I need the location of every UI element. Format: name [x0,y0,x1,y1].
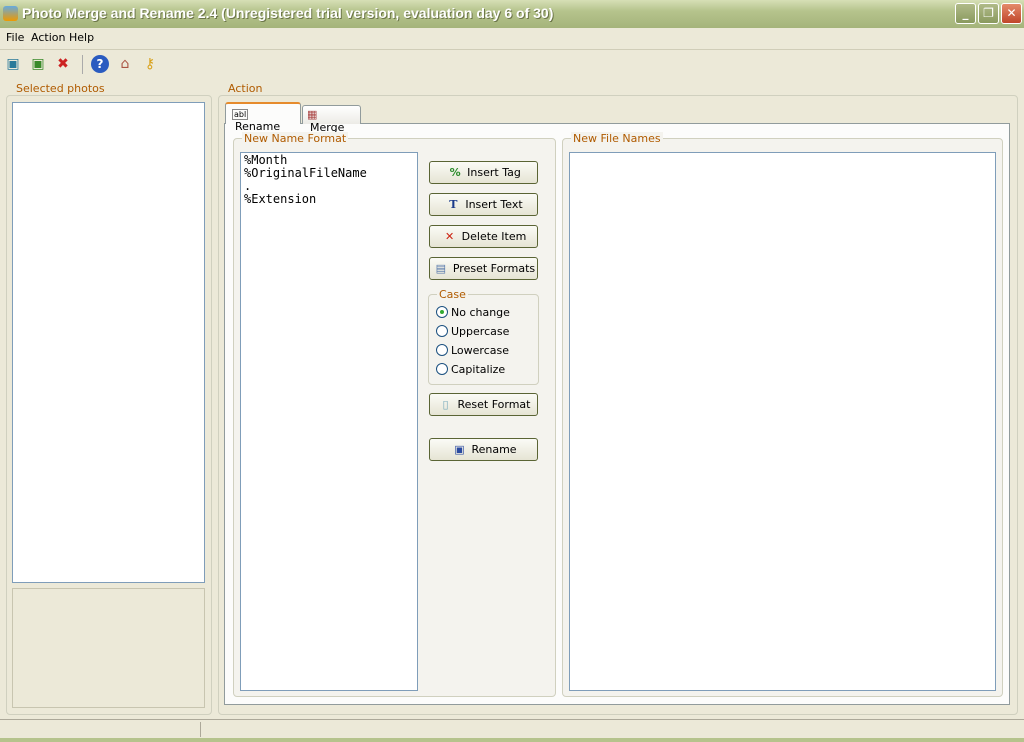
radio-label: No change [451,306,510,319]
delete-item-button[interactable]: ✕ Delete Item [429,225,538,248]
case-label: Case [437,288,468,301]
tab-merge[interactable]: ▦ Merge [302,105,361,134]
restore-button[interactable]: ❐ [978,3,999,24]
insert-text-label: Insert Text [465,198,523,211]
minimize-button[interactable]: _ [955,3,976,24]
toolbar: ▣ ▣ ✖ ? ⌂ ⚷ [0,52,200,76]
add-photos-icon[interactable]: ▣ [4,55,22,73]
menu-bar: File Action Help [0,28,1024,48]
radio-capitalize[interactable]: Capitalize [436,363,505,376]
taskbar-edge [0,738,1024,742]
remove-photos-icon[interactable]: ✖ [54,55,72,73]
insert-tag-label: Insert Tag [467,166,521,179]
new-name-format-label: New Name Format [242,132,349,145]
selected-photos-list[interactable] [12,102,205,583]
delete-item-label: Delete Item [461,230,527,243]
preset-formats-button[interactable]: ▤ Preset Formats [429,257,538,280]
photo-preview [12,588,205,708]
insert-text-icon: T [449,198,458,211]
insert-text-button[interactable]: T Insert Text [429,193,538,216]
name-format-list[interactable]: %Month %OriginalFileName . %Extension [240,152,418,691]
grid-icon: ▦ [307,108,318,121]
window-title: Photo Merge and Rename 2.4 (Unregistered… [22,5,554,21]
menu-action[interactable]: Action [31,31,65,44]
help-icon[interactable]: ? [91,55,109,73]
radio-icon [436,325,448,337]
radio-no-change[interactable]: No change [436,306,510,319]
format-item[interactable]: %Extension [244,193,414,206]
title-bar: Photo Merge and Rename 2.4 (Unregistered… [0,0,1024,28]
toolbar-separator [82,55,83,74]
close-button[interactable]: ✕ [1001,3,1022,24]
new-file-names-label: New File Names [571,132,663,145]
radio-lowercase[interactable]: Lowercase [436,344,509,357]
tab-rename[interactable]: abl Rename [225,102,301,133]
insert-tag-button[interactable]: % Insert Tag [429,161,538,184]
rename-button[interactable]: ▣ Rename [429,438,538,461]
radio-icon [436,344,448,356]
blank-document-icon: ▯ [442,398,449,411]
selected-photos-label: Selected photos [14,82,107,95]
insert-tag-icon: % [449,166,461,179]
status-bar [0,719,1024,738]
rename-label: Rename [471,443,517,456]
radio-label: Capitalize [451,363,506,376]
radio-uppercase[interactable]: Uppercase [436,325,509,338]
key-icon[interactable]: ⚷ [141,55,159,73]
status-separator [200,722,201,737]
new-file-names-list[interactable] [569,152,996,691]
radio-selected-icon [436,306,448,318]
radio-label: Lowercase [451,344,509,357]
save-icon: ▣ [454,443,465,456]
reset-format-button[interactable]: ▯ Reset Format [429,393,538,416]
menu-file[interactable]: File [6,31,24,44]
home-icon[interactable]: ⌂ [116,55,134,73]
app-icon [3,6,18,21]
preset-formats-label: Preset Formats [452,262,536,275]
document-icon: ▤ [435,262,447,275]
add-folder-icon[interactable]: ▣ [29,55,47,73]
delete-icon: ✕ [445,230,455,243]
textfield-icon: abl [232,109,249,120]
menu-help[interactable]: Help [69,31,94,44]
radio-icon [436,363,448,375]
reset-format-label: Reset Format [457,398,531,411]
action-label: Action [226,82,265,95]
radio-label: Uppercase [451,325,510,338]
format-item[interactable]: %OriginalFileName [244,167,414,180]
